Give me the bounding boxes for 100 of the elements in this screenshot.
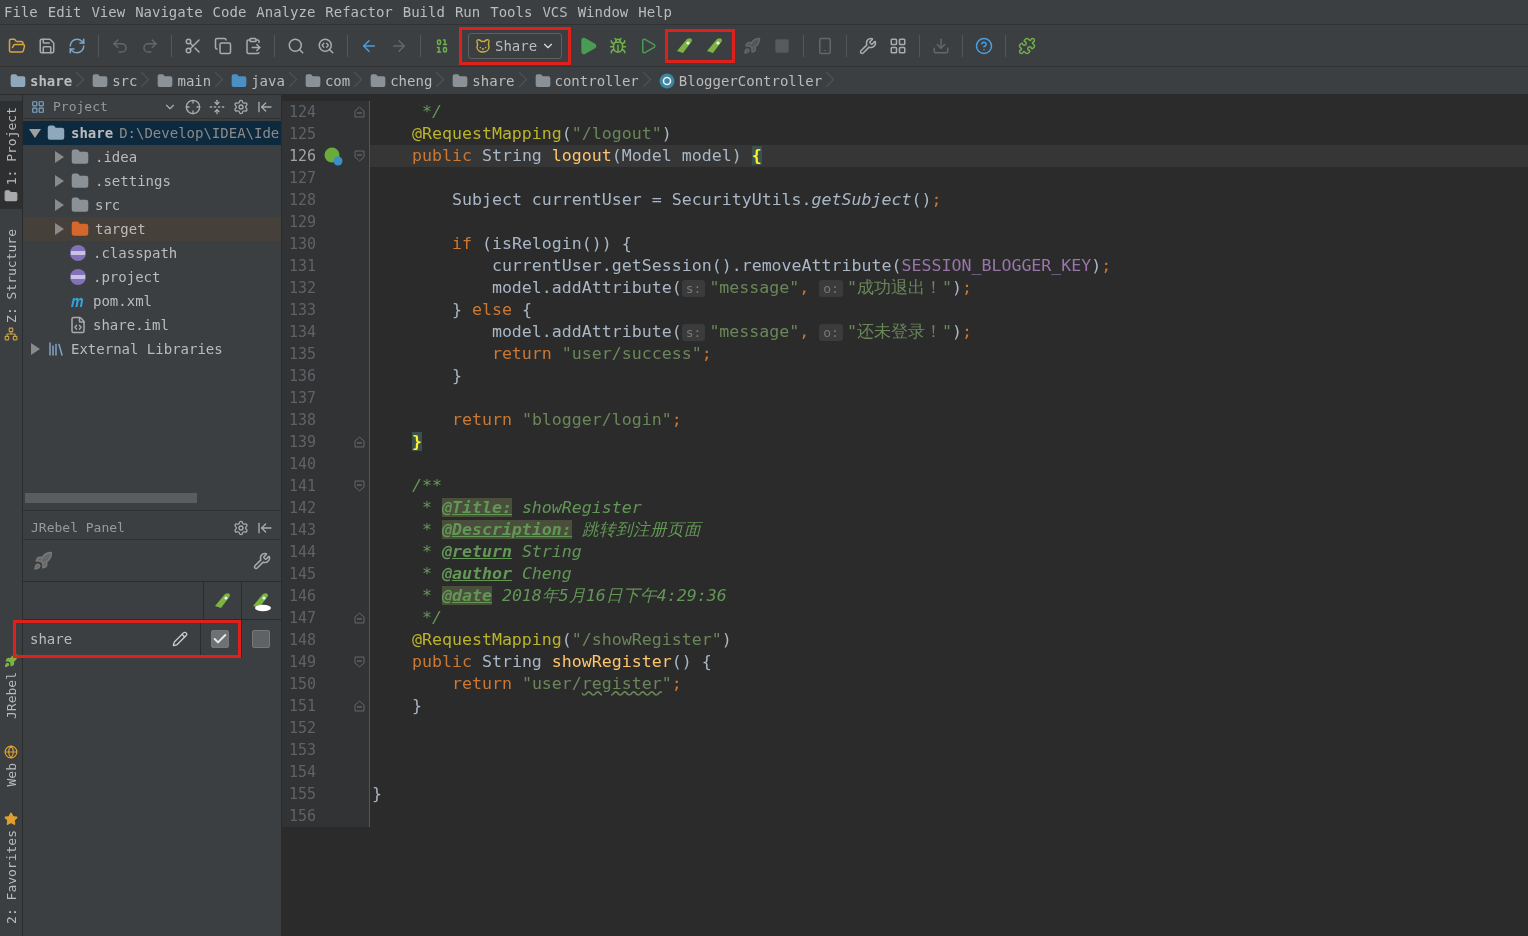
class-icon [658, 72, 675, 89]
cat-icon [475, 37, 491, 54]
wrench-icon[interactable] [253, 551, 271, 570]
tool-window-tab[interactable]: Web [0, 738, 22, 793]
scrollbar[interactable] [25, 493, 197, 503]
eclipse-file-icon [69, 268, 87, 286]
code-line: */ [420, 101, 443, 123]
code-line: * @date 2018年5月16日下午4:29:36 [420, 585, 728, 607]
panel-title: JRebel Panel [31, 520, 126, 535]
menu-item[interactable]: VCS [540, 4, 576, 20]
tree-item[interactable]: .classpath [93, 245, 178, 261]
folder-icon [157, 72, 174, 89]
menu-item[interactable]: Build [400, 4, 453, 20]
menu-item[interactable]: View [89, 4, 134, 20]
code-line: return "user/register"; [450, 673, 683, 695]
folder-icon [4, 189, 18, 204]
tool-window-tab[interactable]: JRebel [0, 647, 22, 725]
menu-item[interactable]: Navigate [133, 4, 211, 20]
tree-item[interactable]: share.iml [93, 317, 169, 333]
project-view-icon [31, 99, 45, 114]
folder-icon [231, 72, 248, 89]
package-icon [534, 72, 551, 89]
module-folder-icon [10, 72, 26, 89]
code-line: } [371, 783, 383, 805]
code-line: * @Title: showRegister [420, 497, 643, 519]
module-name: share [29, 631, 74, 647]
module-path: D:\Develop\IDEA\Ide [119, 125, 280, 141]
tool-window-tab[interactable]: Z: Structure [0, 223, 22, 348]
menu-item[interactable]: Analyze [254, 4, 324, 20]
collapsed-arrow-icon[interactable] [53, 175, 65, 187]
folder-icon [71, 196, 89, 214]
settings-icon[interactable] [233, 98, 249, 115]
star-icon [4, 812, 18, 827]
collapsed-arrow-icon[interactable] [53, 151, 65, 163]
breadcrumb[interactable]: share [448, 66, 531, 95]
folder-icon [92, 72, 109, 89]
code-line: return "blogger/login"; [450, 409, 683, 431]
breadcrumb[interactable]: com [300, 66, 367, 95]
tree-item[interactable]: src [95, 197, 121, 213]
tree-item[interactable]: External Libraries [71, 341, 223, 357]
module-folder-icon [47, 124, 65, 142]
tree-item[interactable]: target [95, 221, 146, 237]
run-configuration-dropdown[interactable]: Share [468, 32, 563, 59]
locate-icon[interactable] [185, 98, 201, 115]
eclipse-file-icon [69, 244, 87, 262]
menu-item[interactable]: File [2, 4, 46, 20]
menu-item[interactable]: Refactor [323, 4, 401, 20]
breadcrumb[interactable]: src [88, 66, 154, 95]
code-line: } [450, 365, 463, 387]
panel-title[interactable]: Project [53, 99, 155, 114]
line-number: 126 [287, 147, 316, 165]
code-line: if (isRelogin()) { [450, 233, 633, 255]
breadcrumb[interactable]: share [6, 66, 89, 95]
tree-item[interactable]: .idea [95, 149, 138, 165]
expanded-arrow-icon[interactable] [29, 127, 41, 139]
library-icon [47, 340, 65, 358]
tree-item[interactable]: .settings [95, 173, 171, 189]
breadcrumb[interactable]: controller [530, 66, 655, 95]
checkbox[interactable] [251, 630, 270, 648]
code-line: /** [410, 475, 443, 497]
breadcrumb[interactable]: main [153, 66, 228, 95]
menu-item[interactable]: Tools [488, 4, 541, 20]
code-line: return "user/success"; [490, 343, 713, 365]
code-line: } else { [450, 299, 533, 321]
menu-item[interactable]: Run [452, 4, 489, 20]
menu-item[interactable]: Code [210, 4, 255, 20]
bean-icon[interactable] [323, 146, 343, 166]
menu-item[interactable]: Edit [45, 4, 90, 20]
code-line: @RequestMapping("/showRegister") [410, 629, 733, 651]
code-line: * @author Cheng [420, 563, 573, 585]
tool-window-tab[interactable]: 2: Favorites [0, 806, 22, 930]
collapse-icon[interactable] [209, 98, 225, 115]
settings-icon[interactable] [233, 519, 249, 536]
code-line: model.addAttribute( s: "message", o: "成功退出！"); [490, 277, 973, 299]
folder-icon [71, 220, 89, 238]
globe-icon [4, 744, 18, 759]
code-line: public String showRegister() { [410, 651, 713, 673]
collapsed-arrow-icon[interactable] [53, 223, 65, 235]
tree-item[interactable]: .project [93, 269, 161, 285]
collapsed-arrow-icon[interactable] [53, 199, 65, 211]
breadcrumb[interactable]: BloggerController [654, 66, 839, 95]
code-line: } [410, 695, 423, 717]
tree-item[interactable]: share [71, 125, 114, 141]
code-line: model.addAttribute( s: "message", o: "还未登录！"); [490, 321, 973, 343]
code-line: * @Description: 跳转到注册页面 [420, 519, 704, 541]
package-icon [370, 72, 387, 89]
breadcrumb[interactable]: java [227, 66, 301, 95]
breadcrumb[interactable]: cheng [366, 66, 449, 95]
menu-item[interactable]: Window [575, 4, 637, 20]
collapsed-arrow-icon[interactable] [29, 343, 41, 355]
code-line: @RequestMapping("/logout") [410, 123, 673, 145]
code-line: * @return String [420, 541, 583, 563]
tree-item[interactable]: pom.xml [93, 293, 152, 309]
edit-icon[interactable] [172, 631, 188, 647]
checkbox[interactable] [210, 630, 229, 648]
package-icon [304, 72, 321, 89]
menu-item[interactable]: Help [636, 4, 680, 20]
file-icon [69, 316, 87, 334]
folder-icon [71, 172, 89, 190]
tool-window-tab[interactable]: 1: Project [0, 101, 22, 210]
